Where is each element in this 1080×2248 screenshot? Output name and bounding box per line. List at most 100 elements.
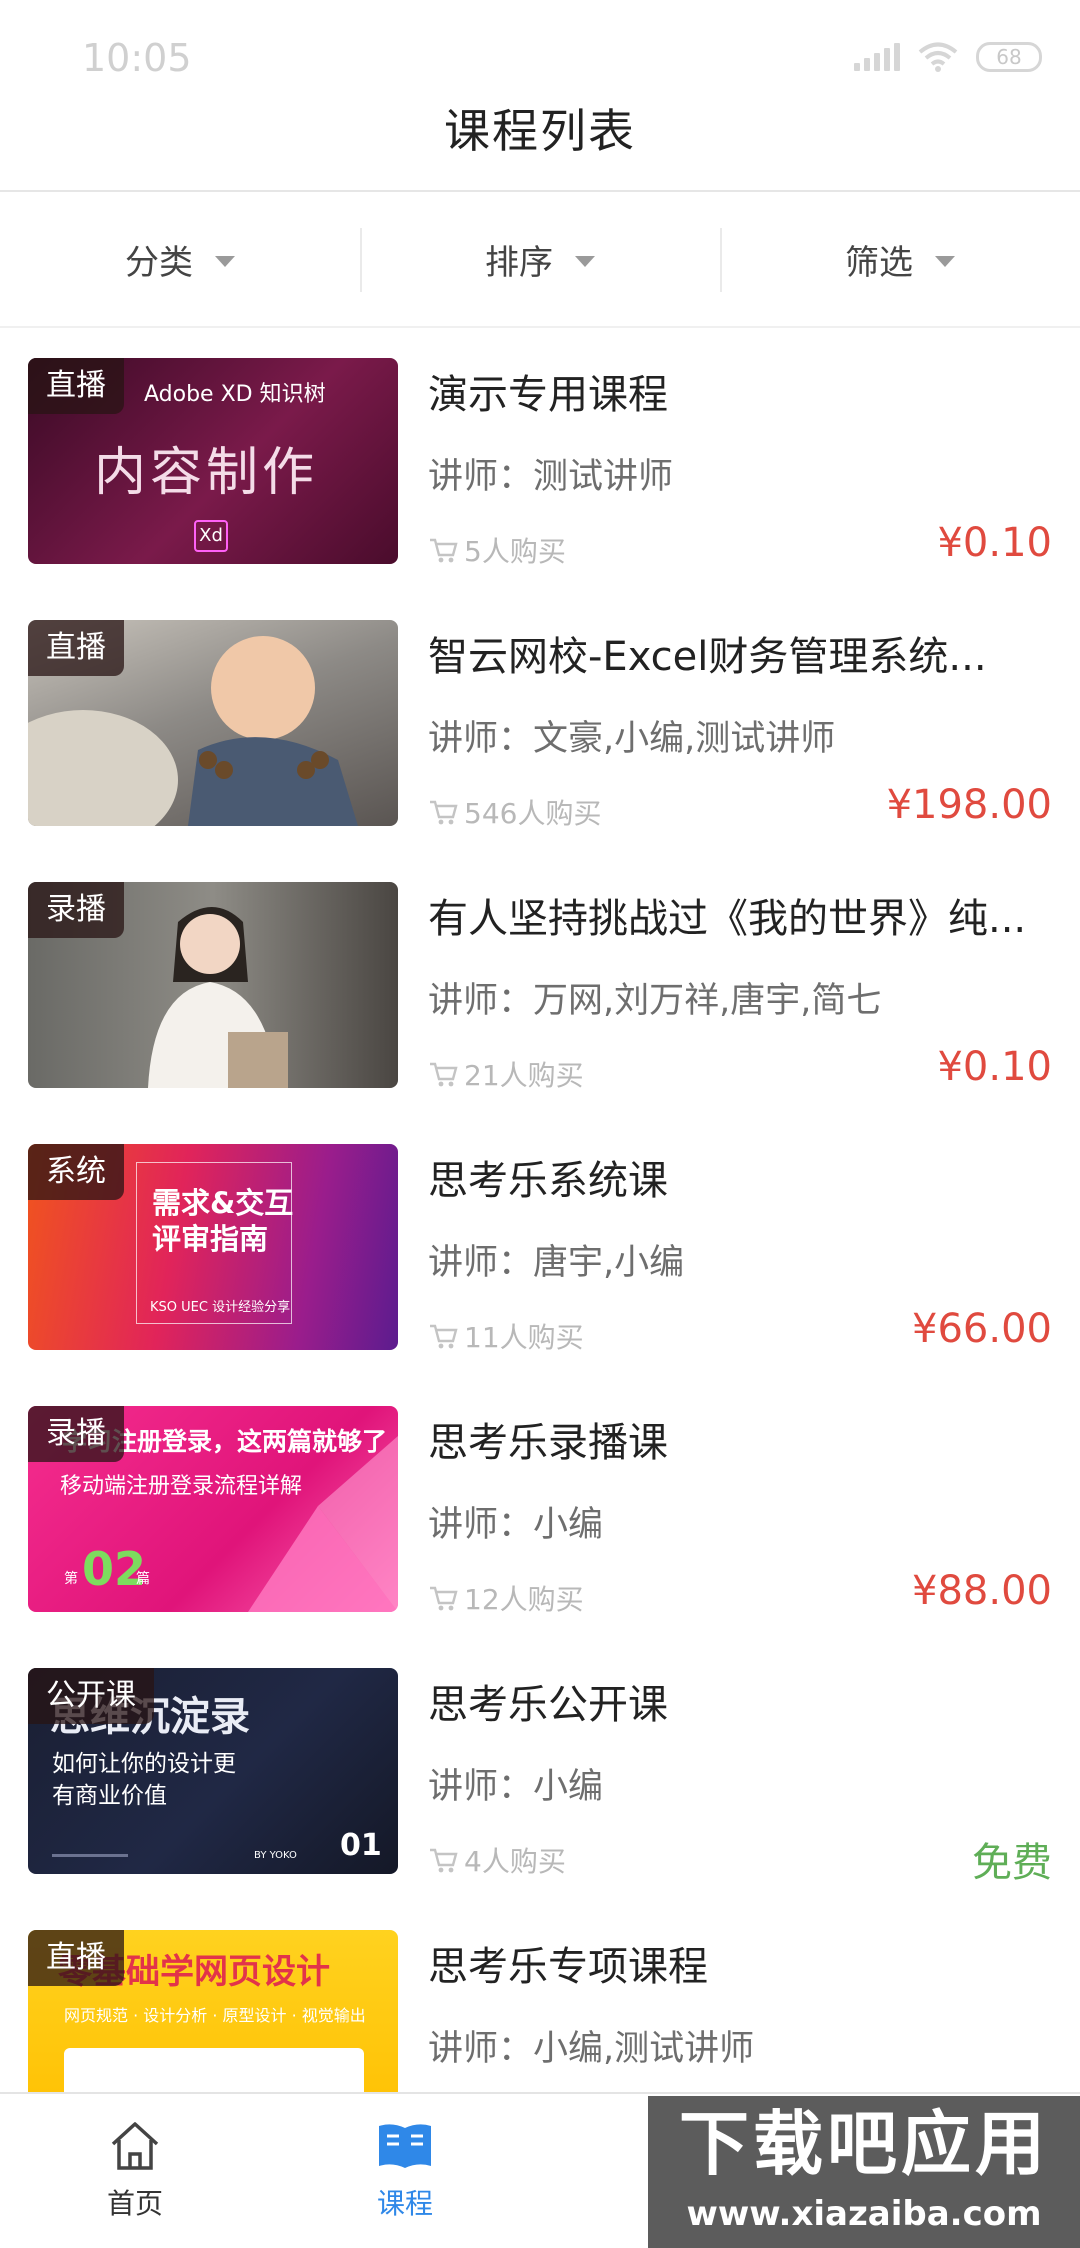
course-title: 智云网校-Excel财务管理系统... [428,634,987,680]
wifi-icon [918,42,958,72]
course-price: ¥0.10 [937,1044,1052,1090]
status-bar: 10:05 68 [0,0,1080,100]
tab-course[interactable]: 课程 [270,2094,540,2248]
course-sales: 5人购买 [428,530,566,570]
tab-label: 课程 [376,2187,433,2220]
course-teacher: 讲师：唐宇,小编 [428,1243,685,1283]
tab-home[interactable]: 首页 [0,2094,270,2248]
course-sales-count: 546人购买 [464,797,602,830]
course-list-page: 10:05 68 课程列表 分类 排序 筛选 直播 Adobe XD 知识树 内… [0,0,1080,2248]
thumb-progress-line [52,1854,128,1857]
course-item[interactable]: 直播 零基础学网页设计 网页规范 · 设计分析 · 原型设计 · 视觉输出 思考… [0,1902,1080,2092]
course-price: 免费 [972,1840,1052,1886]
watermark-title: 下载吧应用 [679,2103,1049,2185]
status-icons: 68 [854,40,1042,74]
course-sales: 11人购买 [428,1316,584,1356]
thumb-caption: BY YOKO [254,1850,297,1861]
course-sales-count: 11人购买 [464,1321,584,1354]
filter-bar: 分类 排序 筛选 [0,192,1080,328]
course-teacher: 讲师：万网,刘万祥,唐宇,简七 [428,981,882,1021]
course-sales: 4人购买 [428,1840,566,1880]
course-price: ¥66.00 [912,1306,1052,1352]
course-type-tag: 直播 [28,620,124,676]
course-item[interactable]: 系统 需求&交互 评审指南 KSO UEC 设计经验分享 思考乐系统课 讲师：唐… [0,1116,1080,1378]
course-sales: 546人购买 [428,792,601,832]
course-teacher: 讲师：小编 [428,1767,604,1807]
course-sales: 12人购买 [428,1578,584,1618]
course-type-tag: 录播 [28,882,124,938]
thumb-subheading: 有商业价值 [52,1783,167,1809]
course-teacher: 讲师：小编,测试讲师 [428,2029,755,2069]
thumb-caption: KSO UEC 设计经验分享 [150,1300,291,1315]
course-thumbnail: 系统 需求&交互 评审指南 KSO UEC 设计经验分享 [28,1144,398,1350]
filter-label: 分类 [125,242,193,283]
cart-icon [430,1324,458,1349]
course-thumbnail: 录播 [28,882,398,1088]
thumb-heading: 评审指南 [152,1222,269,1256]
thumb-screen [64,2048,364,2092]
course-item[interactable]: 公开课 思维沉淀录 如何让你的设计更 有商业价值 BY YOKO 01 思考乐公… [0,1640,1080,1902]
watermark-logo: 下载吧应用 www.xiazaiba.com [648,2096,1080,2248]
title-bar: 课程列表 [0,100,1080,192]
course-item[interactable]: 录播 学习注册登录，这两篇就够了 移动端注册登录流程详解 第 02 篇 思考乐录… [0,1378,1080,1640]
filter-screen-button[interactable]: 筛选 [720,192,1080,326]
course-sales-count: 21人购买 [464,1059,584,1092]
caret-down-icon [935,255,955,267]
course-item[interactable]: 直播 Adobe XD 知识树 内容制作 Xd 演示专用课程 讲师：测试讲师 5… [0,330,1080,592]
cart-icon [430,1848,458,1873]
course-price: ¥88.00 [912,1568,1052,1614]
course-teacher: 讲师：文豪,小编,测试讲师 [428,719,836,759]
thumb-subheading: 如何让你的设计更 [52,1751,236,1777]
cart-icon [430,1062,458,1087]
course-type-tag: 直播 [28,358,124,414]
course-title: 有人坚持挑战过《我的世界》纯... [428,896,1027,942]
filter-label: 筛选 [845,242,913,283]
course-teacher: 讲师：小编 [428,1505,604,1545]
course-thumbnail: 录播 学习注册登录，这两篇就够了 移动端注册登录流程详解 第 02 篇 [28,1406,398,1612]
thumb-caption: Adobe XD 知识树 [144,382,326,407]
thumb-caption: 第 [64,1571,78,1587]
course-thumbnail: 公开课 思维沉淀录 如何让你的设计更 有商业价值 BY YOKO 01 [28,1668,398,1874]
course-price: ¥0.10 [937,520,1052,566]
course-sales-count: 5人购买 [464,535,566,568]
thumb-number: 01 [340,1828,382,1863]
course-type-tag: 系统 [28,1144,124,1200]
filter-category-button[interactable]: 分类 [0,192,360,326]
course-title: 思考乐录播课 [428,1420,668,1466]
course-title: 思考乐专项课程 [428,1944,708,1990]
course-type-tag: 录播 [28,1406,124,1462]
tab-label: 首页 [106,2187,163,2220]
course-title: 演示专用课程 [428,372,668,418]
cart-icon [430,538,458,563]
status-time: 10:05 [82,36,192,80]
battery-icon: 68 [976,42,1042,72]
course-sales: 21人购买 [428,1054,584,1094]
course-title: 思考乐公开课 [428,1682,668,1728]
course-title: 思考乐系统课 [428,1158,668,1204]
course-thumbnail: 直播 Adobe XD 知识树 内容制作 Xd [28,358,398,564]
home-icon [111,2122,159,2170]
caret-down-icon [575,255,595,267]
filter-sort-button[interactable]: 排序 [360,192,720,326]
course-item[interactable]: 直播 智云网校-Excel财务管理系统... 讲师：文豪,小编,测试讲师 546… [0,592,1080,854]
xd-logo: Xd [194,520,228,552]
cart-icon [430,800,458,825]
course-price: ¥198.00 [886,782,1052,828]
course-type-tag: 直播 [28,1930,124,1986]
signal-icon [854,43,900,71]
course-book-icon [379,2124,431,2168]
course-item[interactable]: 录播 有人坚持挑战过《我的世界》纯... 讲师：万网,刘万祥,唐宇,简七 21人… [0,854,1080,1116]
thumb-subheading: 移动端注册登录流程详解 [60,1474,303,1499]
course-list: 直播 Adobe XD 知识树 内容制作 Xd 演示专用课程 讲师：测试讲师 5… [0,330,1080,2092]
watermark-url: www.xiazaiba.com [686,2194,1042,2234]
course-sales-count: 12人购买 [464,1583,584,1616]
thumb-heading: 内容制作 [94,443,319,503]
course-teacher: 讲师：测试讲师 [428,457,674,497]
course-thumbnail: 直播 零基础学网页设计 网页规范 · 设计分析 · 原型设计 · 视觉输出 [28,1930,398,2092]
course-type-tag: 公开课 [28,1668,154,1724]
page-title: 课程列表 [444,104,636,158]
cart-icon [430,1586,458,1611]
caret-down-icon [215,255,235,267]
thumb-caption: 篇 [136,1571,150,1587]
course-thumbnail: 直播 [28,620,398,826]
